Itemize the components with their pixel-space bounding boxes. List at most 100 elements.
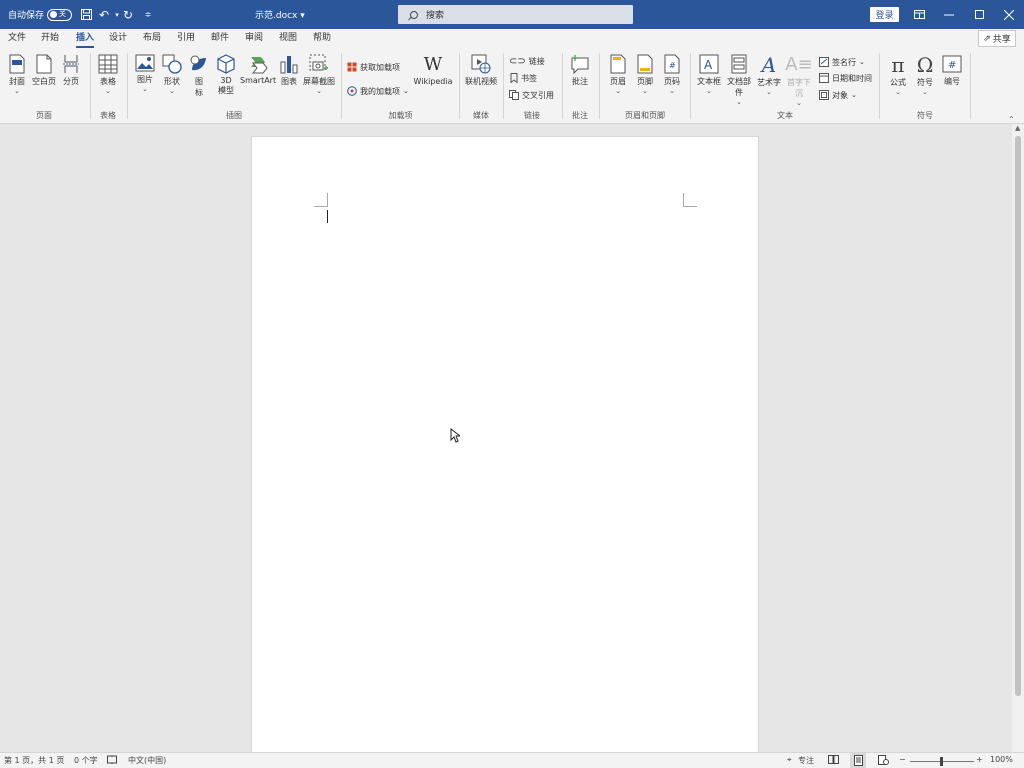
screenshot-button[interactable]: 屏幕截图 ⌄ (302, 49, 336, 95)
tab-view[interactable]: 视图 (279, 29, 297, 49)
object-label: 对象 (832, 90, 848, 100)
bookmark-button[interactable]: 书签 (510, 70, 537, 86)
autosave-toggle[interactable]: 关 (47, 0, 72, 29)
link-button[interactable]: ⊂⊃ 链接 (509, 53, 545, 69)
redo-icon[interactable]: ↻ (120, 0, 136, 29)
collapse-ribbon-icon[interactable]: ⌃ (1008, 115, 1015, 124)
quick-parts-button[interactable]: 文档部件 ⌄ (724, 49, 754, 106)
get-addins-label: 获取加载项 (360, 62, 400, 72)
document-title[interactable]: 示范.docx ▾ (255, 0, 305, 29)
maximize-icon[interactable] (964, 0, 994, 29)
search-box[interactable]: 搜索 (398, 5, 633, 24)
footer-button[interactable]: 页脚 ⌄ (632, 49, 658, 95)
focus-mode-label[interactable]: 专注 (798, 755, 814, 766)
read-mode-icon[interactable] (828, 755, 839, 766)
online-video-label: 联机视频 (465, 77, 497, 86)
zoom-level[interactable]: 100% (990, 755, 1013, 764)
quick-parts-icon (731, 54, 747, 74)
text-cursor (327, 210, 328, 223)
icons-label-1: 图 (195, 77, 203, 86)
language[interactable]: 中文(中国) (128, 755, 166, 766)
signature-line-button[interactable]: 签名行 ⌄ (819, 54, 865, 70)
smartart-button[interactable]: SmartArt (240, 49, 276, 85)
tab-references[interactable]: 引用 (177, 29, 195, 49)
page-number-button[interactable]: # 页码 ⌄ (659, 49, 685, 95)
crop-mark-top-left (314, 193, 328, 207)
table-label: 表格 (100, 77, 116, 86)
link-label: 链接 (528, 56, 545, 66)
share-button[interactable]: ⇗ 共享 (978, 30, 1016, 47)
page-count[interactable]: 第 1 页，共 1 页 (4, 755, 64, 766)
tab-insert[interactable]: 插入 (76, 29, 95, 49)
group-comments-label: 批注 (572, 111, 588, 120)
tab-home[interactable]: 开始 (41, 29, 59, 49)
wordart-button[interactable]: A 艺术字 ⌄ (755, 49, 783, 96)
online-video-button[interactable]: 联机视频 (463, 49, 499, 87)
date-time-button[interactable]: 日期和时间 (819, 70, 872, 86)
comment-button[interactable]: 批注 (567, 49, 593, 87)
group-symbols-label: 符号 (917, 111, 933, 120)
wikipedia-icon: W (423, 54, 443, 75)
symbol-label: 符号 (917, 78, 933, 87)
web-layout-icon[interactable] (878, 755, 889, 767)
zoom-in-icon[interactable]: + (976, 755, 983, 764)
tab-design[interactable]: 设计 (109, 29, 127, 49)
vertical-scrollbar[interactable]: ▲ (1012, 124, 1024, 752)
3d-models-button[interactable]: 3D 模型 (213, 49, 239, 96)
textbox-button[interactable]: A 文本框 ⌄ (695, 49, 723, 95)
header-button[interactable]: 页眉 ⌄ (605, 49, 631, 95)
ribbon-tabs: 文件 开始 插入 设计 布局 引用 邮件 审阅 视图 帮助 (0, 29, 1024, 49)
pictures-button[interactable]: 图片 ⌄ (132, 49, 158, 93)
login-button[interactable]: 登录 (870, 7, 899, 22)
page-break-button[interactable]: 分页 (58, 49, 84, 87)
close-icon[interactable] (994, 0, 1024, 29)
link-icon: ⊂⊃ (509, 55, 526, 67)
zoom-slider-thumb[interactable] (940, 757, 943, 766)
word-count[interactable]: 0 个字 (74, 755, 98, 766)
tab-file[interactable]: 文件 (8, 29, 26, 49)
page-number-label: 页码 (664, 77, 680, 86)
symbol-button[interactable]: Ω 符号 ⌄ (912, 49, 938, 96)
tab-mailings[interactable]: 邮件 (211, 29, 229, 49)
blank-page-button[interactable]: 空白页 (31, 49, 57, 87)
focus-mode-icon[interactable]: ⌖ (787, 755, 792, 765)
save-icon[interactable] (78, 0, 94, 29)
proofing-icon[interactable] (107, 755, 117, 766)
document-canvas[interactable] (0, 124, 1012, 753)
tab-help[interactable]: 帮助 (313, 29, 331, 49)
group-text-label: 文本 (777, 111, 793, 120)
equation-button[interactable]: π 公式 ⌄ (885, 49, 911, 96)
zoom-out-icon[interactable]: − (899, 755, 906, 764)
get-addins-button[interactable]: 获取加载项 (347, 59, 400, 75)
scrollbar-thumb[interactable] (1015, 136, 1021, 696)
chart-button[interactable]: 图表 (277, 49, 301, 87)
object-button[interactable]: 对象 ⌄ (819, 87, 857, 103)
minimize-icon[interactable] (934, 0, 964, 29)
my-addins-button[interactable]: 我的加载项 ⌄ (347, 83, 409, 99)
scroll-up-icon[interactable]: ▲ (1015, 124, 1020, 132)
icons-button[interactable]: 图 标 (187, 49, 211, 98)
icons-icon (190, 55, 206, 71)
cross-reference-button[interactable]: 交叉引用 (509, 87, 554, 103)
group-header-footer-label: 页眉和页脚 (625, 111, 665, 120)
search-placeholder: 搜索 (426, 11, 445, 21)
cross-reference-icon (509, 90, 519, 100)
group-pages-label: 页面 (36, 111, 52, 120)
print-layout-icon[interactable] (850, 753, 866, 768)
cover-page-button[interactable]: 封面 ⌄ (4, 49, 30, 95)
group-illustrations-label: 插图 (226, 111, 242, 120)
header-label: 页眉 (610, 77, 626, 86)
tab-review[interactable]: 审阅 (245, 29, 263, 49)
chart-icon (280, 56, 298, 74)
document-page[interactable] (252, 137, 758, 753)
wikipedia-button[interactable]: W Wikipedia (412, 49, 454, 87)
customize-toolbar-icon[interactable]: ≑ (140, 0, 156, 29)
number-button[interactable]: # 编号 (939, 49, 965, 87)
mouse-pointer-icon (450, 427, 462, 446)
table-button[interactable]: 表格 ⌄ (95, 49, 121, 95)
cube-icon (217, 54, 235, 74)
ribbon-display-options-icon[interactable] (904, 0, 934, 29)
tab-layout[interactable]: 布局 (143, 29, 161, 49)
shapes-button[interactable]: 形状 ⌄ (159, 49, 185, 95)
drop-cap-button[interactable]: A≡ 首字下沉 ⌄ (784, 49, 814, 108)
